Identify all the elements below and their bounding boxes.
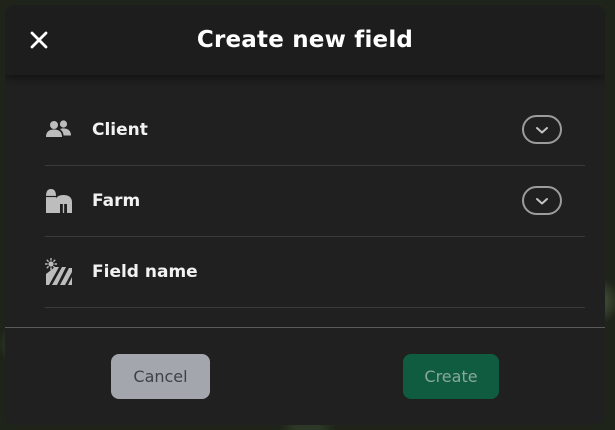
client-select[interactable]: Client	[45, 95, 585, 166]
field-sun-icon	[45, 258, 73, 286]
create-button[interactable]: Create	[403, 354, 499, 399]
field-name-input[interactable]: Field name	[45, 237, 585, 308]
dialog-header: Create new field	[5, 5, 605, 75]
farm-select[interactable]: Farm	[45, 166, 585, 237]
footer-divider	[5, 327, 605, 328]
farm-dropdown-button[interactable]	[522, 186, 562, 215]
client-label: Client	[92, 120, 148, 140]
field-name-label: Field name	[92, 262, 198, 282]
farm-barn-icon	[45, 187, 73, 215]
field-list: Client Farm Field name	[5, 75, 605, 308]
client-users-icon	[45, 116, 73, 144]
chevron-down-icon	[536, 197, 548, 204]
client-dropdown-button[interactable]	[522, 115, 562, 144]
farm-label: Farm	[92, 191, 141, 211]
cancel-button[interactable]: Cancel	[111, 354, 210, 399]
chevron-down-icon	[536, 126, 548, 133]
close-icon[interactable]	[27, 28, 51, 52]
dialog-title: Create new field	[196, 27, 414, 53]
create-field-dialog: Create new field Client Farm Field name …	[5, 5, 605, 425]
